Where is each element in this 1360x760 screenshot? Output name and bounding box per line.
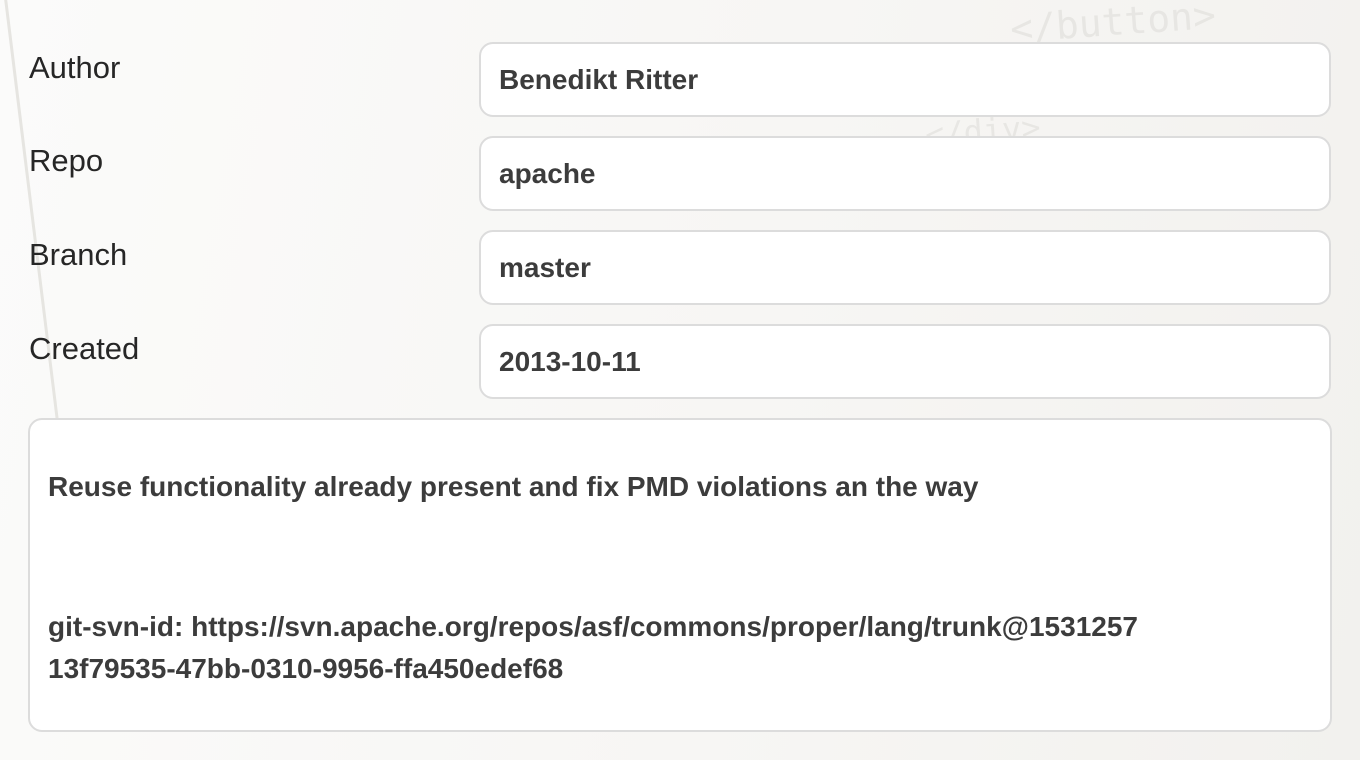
repo-label: Repo (29, 143, 104, 178)
repo-field[interactable]: apache (479, 136, 1331, 211)
commit-details-page: </button> </div> Author Benedikt Ritter … (0, 0, 1360, 760)
repo-row: Repo apache (0, 136, 1360, 214)
created-label: Created (29, 331, 140, 366)
branch-label: Branch (29, 237, 128, 272)
branch-row: Branch master (0, 230, 1360, 308)
author-label: Author (29, 50, 121, 85)
branch-field[interactable]: master (479, 230, 1331, 305)
created-field[interactable]: 2013-10-11 (479, 324, 1331, 399)
author-row: Author Benedikt Ritter (0, 42, 1360, 120)
created-row: Created 2013-10-11 (0, 324, 1360, 402)
commit-message-spacer (48, 508, 1312, 606)
commit-message-summary: Reuse functionality already present and … (48, 471, 979, 502)
commit-svn-id: git-svn-id: https://svn.apache.org/repos… (48, 611, 1138, 642)
commit-uuid: 13f79535-47bb-0310-9956-ffa450edef68 (48, 653, 564, 684)
author-field[interactable]: Benedikt Ritter (479, 42, 1331, 117)
commit-message-box[interactable]: Reuse functionality already present and … (28, 418, 1332, 732)
